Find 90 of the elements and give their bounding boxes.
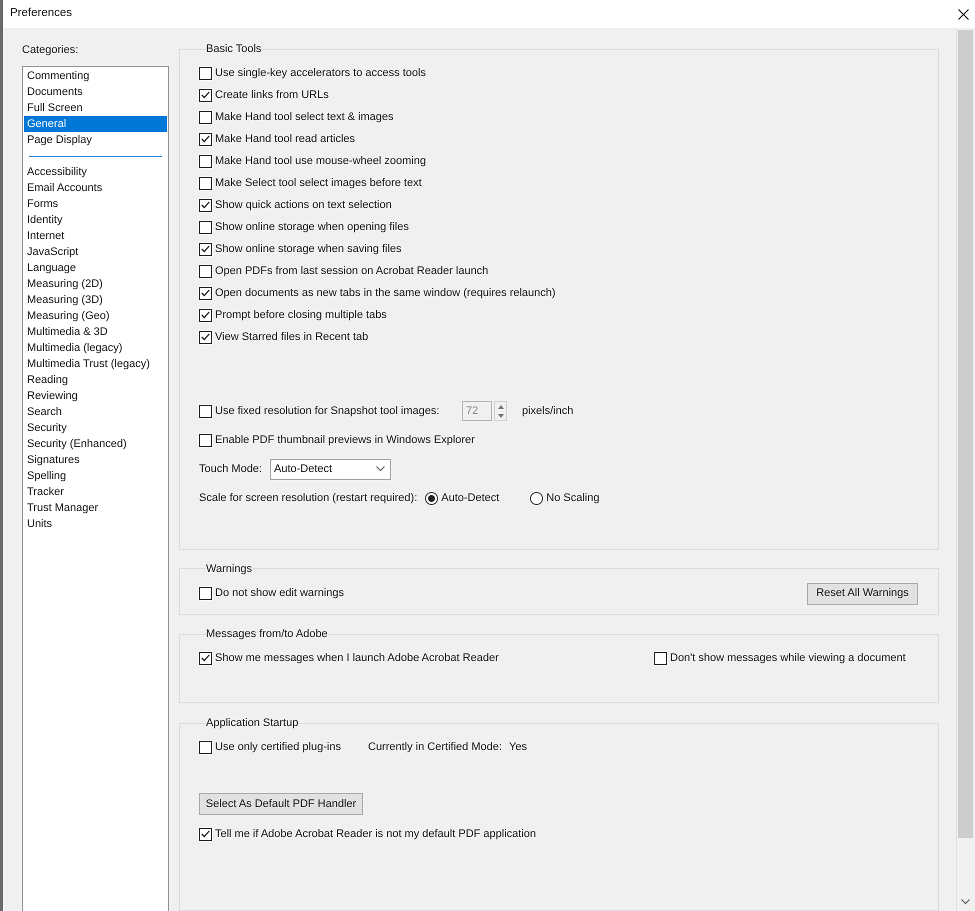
checkbox[interactable] (199, 176, 212, 190)
category-item[interactable]: JavaScript (24, 244, 167, 260)
mode-value: Yes (509, 740, 527, 755)
reset-warnings-button[interactable]: Reset All Warnings (807, 582, 918, 604)
category-item[interactable]: Measuring (Geo) (24, 308, 167, 324)
checkbox[interactable] (199, 330, 212, 344)
checkbox-label: Do not show edit warnings (215, 586, 344, 602)
category-item[interactable]: Trust Manager (24, 500, 167, 516)
checkbox-label: Make Hand tool read articles (215, 132, 356, 147)
category-item[interactable]: Tracker (24, 484, 167, 500)
checkbox[interactable] (199, 308, 212, 322)
checkbox-label: Make Hand tool select text & images (215, 110, 394, 125)
categories-label: Categories: (22, 43, 80, 58)
field-label: Touch Mode: (199, 462, 263, 477)
checkbox-label: Make Hand tool use mouse-wheel zooming (215, 154, 426, 169)
checkbox-label: Show online storage when opening files (215, 220, 409, 235)
category-item[interactable]: Documents (24, 84, 167, 100)
category-item[interactable]: Security (Enhanced) (24, 436, 167, 452)
category-item[interactable]: Identity (24, 212, 167, 228)
spinner-arrows[interactable] (494, 401, 507, 421)
mode-label: Currently in Certified Mode: (368, 740, 503, 755)
category-item[interactable]: Signatures (24, 452, 167, 468)
group-title: Application Startup (206, 716, 298, 730)
group-title: Basic Tools (206, 42, 262, 56)
checkbox[interactable] (199, 740, 212, 754)
category-item[interactable]: Spelling (24, 468, 167, 484)
window-title: Preferences (10, 6, 72, 22)
checkbox-label: Use only certified plug-ins (215, 740, 341, 755)
checkbox[interactable] (654, 652, 667, 665)
checkbox[interactable] (199, 198, 212, 212)
checkbox-label: Prompt before closing multiple tabs (215, 308, 387, 323)
group-title: Messages from/to Adobe (206, 627, 328, 642)
scrollbar-thumb[interactable] (958, 30, 973, 838)
checkbox[interactable] (199, 286, 212, 300)
category-item[interactable]: Multimedia Trust (legacy) (24, 356, 167, 372)
checkbox-label: Use single-key accelerators to access tools (215, 66, 426, 81)
category-item[interactable]: General (24, 116, 167, 132)
checkbox[interactable] (199, 828, 212, 841)
checkbox-label: View Starred files in Recent tab (215, 330, 368, 345)
checkbox[interactable] (199, 132, 212, 146)
checkbox[interactable] (199, 154, 212, 168)
checkbox[interactable] (199, 220, 212, 234)
radio-button[interactable] (530, 492, 544, 504)
checkbox-label: Create links from URLs (215, 88, 329, 103)
checkbox[interactable] (199, 434, 212, 446)
checkbox[interactable] (199, 264, 212, 278)
caret-icon (376, 466, 385, 472)
category-item[interactable]: Full Screen (24, 100, 167, 116)
category-item[interactable]: Multimedia & 3D (24, 324, 167, 340)
unit-label: pixels/inch (522, 404, 574, 419)
category-item[interactable]: Accessibility (24, 164, 167, 180)
checkbox[interactable] (199, 66, 212, 80)
radio-label: No Scaling (546, 490, 600, 506)
checkbox-label: Tell me if Adobe Acrobat Reader is not my default PDF application (215, 826, 536, 842)
category-item[interactable]: Page Display (24, 132, 167, 148)
field-label: Scale for screen resolution (restart required): (199, 490, 418, 506)
checkbox-label: Make Select tool select images before text (215, 176, 422, 191)
default-handler-button[interactable]: Select As Default PDF Handler (199, 793, 363, 816)
category-item[interactable]: Measuring (2D) (24, 276, 167, 292)
group-title: Warnings (206, 562, 252, 576)
checkbox-label: Open documents as new tabs in the same window (requires relaunch) (215, 286, 556, 301)
radio-label: Auto-Detect (441, 490, 500, 506)
checkbox[interactable] (199, 242, 212, 256)
category-item[interactable]: Forms (24, 196, 167, 212)
checkbox[interactable] (199, 110, 212, 124)
checkbox-label: Show quick actions on text selection (215, 198, 392, 213)
close-icon[interactable] (958, 8, 969, 20)
checkbox[interactable] (199, 88, 212, 102)
category-item[interactable]: Security (24, 420, 167, 436)
category-item[interactable]: Search (24, 404, 167, 420)
category-item[interactable]: Internet (24, 228, 167, 244)
category-item[interactable]: Language (24, 260, 167, 276)
checkbox-label: Don't show messages while viewing a document (670, 650, 906, 666)
category-item[interactable]: Units (24, 516, 167, 532)
category-item[interactable]: Email Accounts (24, 180, 167, 196)
category-item[interactable]: Commenting (24, 68, 167, 84)
category-item[interactable]: Measuring (3D) (24, 292, 167, 308)
checkbox-label: Enable PDF thumbnail previews in Windows Explorer (215, 432, 475, 448)
checkbox[interactable] (199, 587, 212, 600)
touch-mode-dropdown[interactable]: Auto-Detect (270, 458, 391, 480)
category-item[interactable]: Reviewing (24, 388, 167, 404)
category-item[interactable]: Reading (24, 372, 167, 388)
scroll-down-icon[interactable] (961, 899, 970, 905)
checkbox-label: Use fixed resolution for Snapshot tool images: (215, 404, 440, 419)
checkbox-label: Show me messages when I launch Adobe Acrobat Reader (215, 650, 499, 666)
radio-button[interactable] (425, 492, 438, 504)
checkbox[interactable] (199, 652, 212, 665)
checkbox-label: Show online storage when saving files (215, 242, 402, 257)
checkbox-label: Open PDFs from last session on Acrobat Reader launch (215, 264, 488, 279)
category-item[interactable]: Multimedia (legacy) (24, 340, 167, 356)
